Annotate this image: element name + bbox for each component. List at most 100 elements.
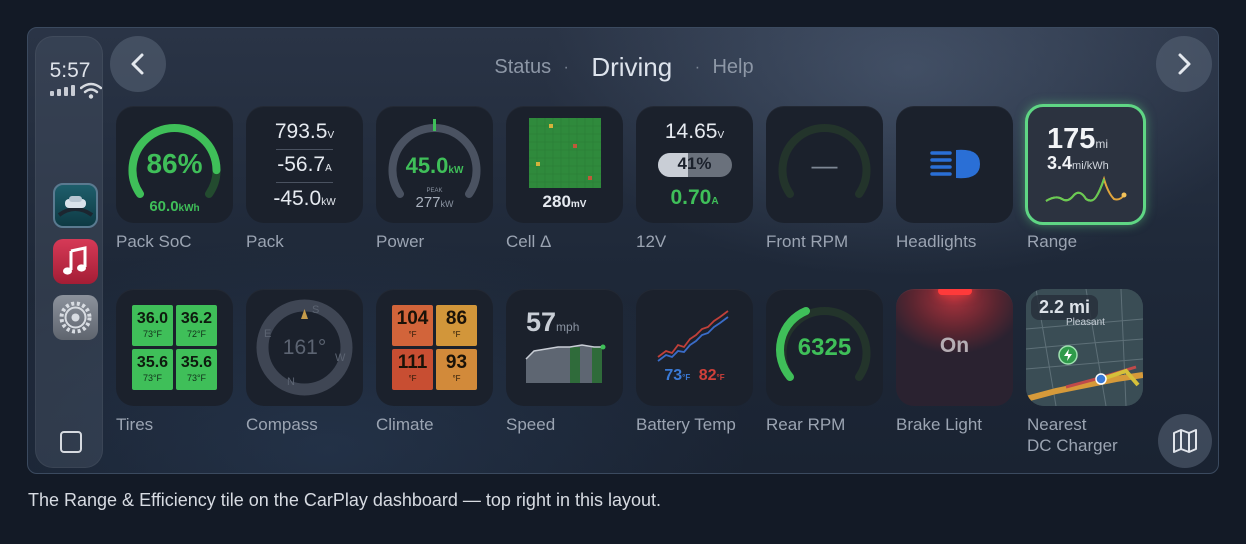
compass-w: W [335, 352, 346, 364]
tab-separator: · [694, 58, 701, 76]
brake-light-indicator [938, 289, 972, 295]
climate-unit: °F [452, 330, 461, 339]
tile-label-battery-temp: Battery Temp [636, 415, 736, 434]
tile-label-12v: 12V [636, 232, 667, 251]
soc-energy: 60.0 [149, 198, 179, 215]
screenshot-caption: The Range & Efficiency tile on the CarPl… [28, 490, 662, 510]
tile-battery-temp[interactable]: 73°F 82°F [636, 289, 753, 406]
tile-pack-soc[interactable]: 86% 60.0kWh [116, 106, 233, 223]
tire-pressure: 36.2 [180, 310, 213, 327]
rear-rpm-value: 6325 [797, 334, 852, 361]
tile-brake-light[interactable]: On [896, 289, 1013, 406]
pack-current: -56.7 [277, 153, 326, 176]
tile-label-pack: Pack [246, 232, 284, 251]
climate-temp: 86 [445, 308, 468, 329]
battery-temp-low: 73 [664, 367, 683, 384]
climate-unit: °F [408, 330, 417, 339]
twelve-v-percent: 41% [677, 154, 712, 173]
tab-status[interactable]: Status [494, 56, 551, 79]
twelve-v-voltage: 14.65 [664, 120, 718, 143]
climate-temp: 93 [445, 352, 468, 373]
gear-icon [59, 301, 92, 334]
tile-tires[interactable]: 36.0 73°F 36.2 72°F 35.6 73°F 35.6 73°F [116, 289, 233, 406]
tile-label-headlights: Headlights [896, 232, 977, 251]
tab-separator: · [563, 58, 569, 76]
soc-energy-unit: kWh [178, 203, 200, 214]
tile-rear-rpm[interactable]: 6325 [766, 289, 883, 406]
tile-label-speed: Speed [506, 415, 556, 434]
tile-label-climate: Climate [376, 415, 434, 434]
pack-power: -45.0 [273, 187, 322, 210]
climate-unit: °F [452, 374, 461, 383]
tire-cell: 35.6 73°F [132, 349, 173, 390]
tire-temp: 73°F [142, 373, 163, 383]
twelve-v-current: 0.70 [670, 186, 712, 209]
map-button[interactable] [1158, 414, 1212, 468]
tile-12v[interactable]: 14.65V 41% 0.70A [636, 106, 753, 223]
compass-n: N [287, 376, 295, 388]
cellular-signal-icon [50, 85, 75, 96]
tire-temp: 73°F [142, 329, 163, 339]
tile-pack[interactable]: 793.5V -56.7A -45.0kW [246, 106, 363, 223]
tile-label-tires: Tires [116, 415, 154, 434]
tire-temp: 72°F [186, 329, 207, 339]
tire-pressure: 35.6 [180, 354, 213, 371]
power-peak: 277 [415, 194, 441, 211]
music-note-icon [63, 246, 87, 275]
settings-app-icon[interactable] [53, 295, 98, 340]
climate-cell: 86 °F [436, 305, 477, 346]
tire-pressure: 35.6 [136, 354, 169, 371]
speed-value: 57 [526, 307, 557, 337]
wifi-icon [80, 82, 102, 99]
tire-cell: 36.0 73°F [132, 305, 173, 346]
music-app-icon[interactable] [53, 239, 98, 284]
efficiency-sparkline [1045, 175, 1127, 202]
tile-climate[interactable]: 104 °F 86 °F 111 °F 93 °F [376, 289, 493, 406]
tile-label-rear-rpm: Rear RPM [766, 415, 846, 434]
battery-temp-chart [657, 310, 729, 362]
map-icon [1173, 429, 1197, 453]
tire-temp: 73°F [186, 373, 207, 383]
cell-delta-value: 280 [542, 192, 571, 211]
tire-cell: 35.6 73°F [176, 349, 217, 390]
climate-cell: 93 °F [436, 349, 477, 390]
compass-e: E [264, 328, 272, 340]
climate-temp: 111 [397, 352, 428, 373]
tire-cell: 36.2 72°F [176, 305, 217, 346]
tab-help[interactable]: Help [712, 56, 753, 79]
map-place-label: Pleasant [1066, 317, 1105, 328]
tile-label-front-rpm: Front RPM [766, 232, 849, 251]
climate-unit: °F [408, 374, 417, 383]
tile-label-compass: Compass [246, 415, 318, 434]
brake-light-state: On [939, 334, 970, 357]
compass-s: S [312, 304, 320, 316]
battery-temp-high: 82 [698, 367, 717, 384]
soc-percent: 86% [146, 148, 203, 179]
headlight-icon [930, 149, 980, 179]
carplay-sidebar: 5:57 [35, 36, 103, 468]
carplay-screen: 5:57 Status · Driving · Help 86% 60.0kWh… [27, 27, 1219, 474]
tile-label-charger: Nearest DC Charger [1027, 415, 1118, 455]
climate-temp: 104 [396, 308, 429, 329]
tile-power[interactable]: 45.0kW PEAK 277kW [376, 106, 493, 223]
tab-driving[interactable]: Driving [591, 52, 672, 83]
tile-nearest-charger[interactable]: 2.2 mi Pleasant [1026, 289, 1143, 406]
tile-speed[interactable]: 57mph [506, 289, 623, 406]
tile-cell-delta[interactable]: 280mV [506, 106, 623, 223]
page-tabs: Status · Driving · Help [28, 52, 1218, 83]
car-icon [57, 196, 94, 217]
tile-front-rpm[interactable]: — [766, 106, 883, 223]
pack-voltage: 793.5 [274, 120, 328, 143]
car-app-icon[interactable] [53, 183, 98, 228]
climate-cell: 104 °F [392, 305, 433, 346]
next-page-button[interactable] [1156, 36, 1212, 92]
tile-label-cell-delta: Cell Δ [506, 232, 552, 251]
tile-headlights[interactable] [896, 106, 1013, 223]
tile-range[interactable]: 175mi 3.4mi/kWh [1025, 104, 1146, 225]
tile-compass[interactable]: 161° S E W N [246, 289, 363, 406]
tire-pressure: 36.0 [136, 310, 169, 327]
dashboard-home-button[interactable] [60, 431, 82, 453]
front-rpm-value: — [811, 150, 838, 180]
tile-label-pack-soc: Pack SoC [116, 232, 192, 251]
tile-label-power: Power [376, 232, 425, 251]
